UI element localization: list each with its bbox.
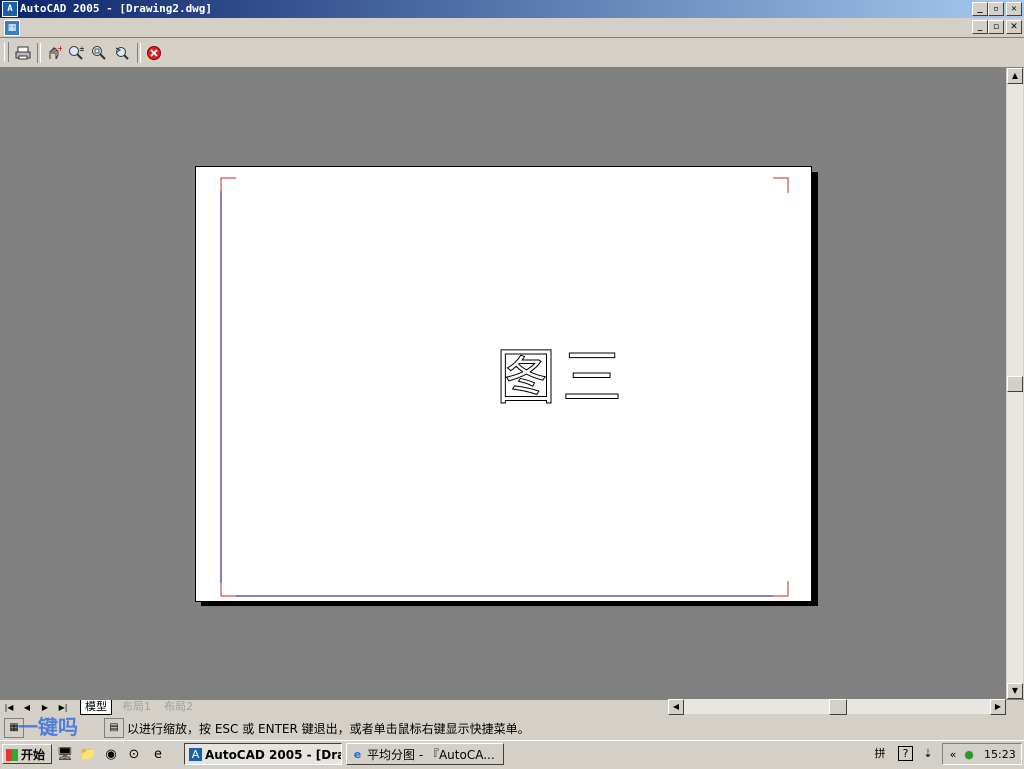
windows-flag-icon <box>6 749 18 761</box>
svg-text:±: ± <box>79 45 84 53</box>
tab-model[interactable]: 模型 <box>80 700 112 715</box>
vertical-scrollbar[interactable]: ▲ ▼ <box>1006 68 1023 699</box>
drawing-text[interactable]: 图三 <box>496 343 628 414</box>
first-tab-icon[interactable]: |◀ <box>2 701 16 714</box>
start-label: 开始 <box>21 748 46 762</box>
preview-toolbar: + ± <box>0 38 1024 68</box>
task-ie-label: 平均分图 - 『AutoCA... <box>367 748 495 762</box>
autocad-app-icon[interactable]: A <box>2 1 18 17</box>
toolbar-separator <box>137 43 141 63</box>
minimize-icon[interactable]: _ <box>972 2 988 16</box>
language-bar-icon[interactable]: ⇣ <box>920 746 936 762</box>
zoom-previous-icon[interactable] <box>112 43 132 63</box>
quicklaunch-ie-icon[interactable]: e <box>149 746 167 764</box>
quicklaunch-explorer-icon[interactable]: 📁 <box>79 746 97 764</box>
doc-minimize-icon[interactable]: _ <box>972 20 988 34</box>
doc-restore-icon[interactable]: ▫ <box>988 20 1004 34</box>
corner-mark-tr <box>773 177 789 193</box>
scroll-thumb[interactable] <box>1007 376 1023 392</box>
scroll-left-icon[interactable]: ◀ <box>668 699 684 715</box>
print-icon[interactable] <box>13 43 33 63</box>
toolbar-grip[interactable] <box>4 42 9 62</box>
scroll-up-icon[interactable]: ▲ <box>1007 68 1023 84</box>
task-autocad-label: AutoCAD 2005 - [Dra... <box>205 748 341 762</box>
next-tab-icon[interactable]: ▶ <box>38 701 52 714</box>
title-bar[interactable]: A AutoCAD 2005 - [Drawing2.dwg] _ ▫ ✕ <box>0 0 1024 18</box>
quicklaunch-app-icon[interactable]: ⊙ <box>125 746 143 764</box>
zoom-realtime-icon[interactable]: ± <box>66 43 86 63</box>
zoom-window-icon[interactable] <box>89 43 109 63</box>
taskbar: 开始 🖥 📁 ◉ ⊙ e A AutoCAD 2005 - [Dra... e … <box>0 740 1024 769</box>
command-line[interactable]: ▦ ▤ 以进行缩放，按 ESC 或 ENTER 键退出，或者单击鼠标右键显示快捷… <box>0 716 1024 740</box>
tray-expand-icon[interactable]: « <box>945 747 961 763</box>
task-autocad[interactable]: A AutoCAD 2005 - [Dra... <box>184 743 342 765</box>
system-tray: « ● 15:23 <box>942 743 1022 765</box>
mdi-menu-row: ▦ _ ▫ ✕ <box>0 18 1024 38</box>
quicklaunch-media-icon[interactable]: ◉ <box>102 746 120 764</box>
autocad-icon: A <box>189 748 202 761</box>
close-preview-icon[interactable] <box>144 43 164 63</box>
prev-tab-icon[interactable]: ◀ <box>20 701 34 714</box>
last-tab-icon[interactable]: ▶| <box>56 701 70 714</box>
start-button[interactable]: 开始 <box>2 744 52 764</box>
quicklaunch-desktop-icon[interactable]: 🖥 <box>56 746 74 764</box>
horizontal-scrollbar[interactable]: ◀ ▶ <box>668 699 1006 715</box>
hscroll-thumb[interactable] <box>829 699 847 715</box>
tab-layout1[interactable]: 布局1 <box>118 700 155 714</box>
pan-icon[interactable]: + <box>44 43 64 63</box>
restore-icon[interactable]: ▫ <box>988 2 1004 16</box>
svg-text:+: + <box>57 45 62 53</box>
doc-close-icon[interactable]: ✕ <box>1006 20 1022 34</box>
scroll-right-icon[interactable]: ▶ <box>990 699 1006 715</box>
corner-mark-br <box>773 581 789 597</box>
ime-icon[interactable]: 拼 <box>872 746 888 762</box>
drawing-svg: 图三 <box>220 177 789 597</box>
tab-layout2[interactable]: 布局2 <box>160 700 197 714</box>
clock[interactable]: 15:23 <box>984 748 1016 761</box>
cmd-grid-icon[interactable]: ▤ <box>104 718 124 738</box>
close-icon[interactable]: ✕ <box>1006 2 1022 16</box>
help-icon[interactable]: ? <box>898 746 913 761</box>
command-prompt: 以进行缩放，按 ESC 或 ENTER 键退出，或者单击鼠标右键显示快捷菜单。 <box>127 722 530 736</box>
window-title: AutoCAD 2005 - [Drawing2.dwg] <box>20 2 213 15</box>
scroll-down-icon[interactable]: ▼ <box>1007 683 1023 699</box>
paper-sheet[interactable]: 图三 <box>195 166 812 602</box>
toolbar-separator <box>37 43 41 63</box>
corner-mark-tl <box>220 177 236 191</box>
corner-mark-bl <box>220 583 236 597</box>
task-ie[interactable]: e 平均分图 - 『AutoCA... <box>346 743 504 765</box>
tray-status-icon[interactable]: ● <box>961 747 977 763</box>
document-icon[interactable]: ▦ <box>4 20 20 36</box>
ie-icon: e <box>353 748 362 761</box>
cmd-snap-icon[interactable]: ▦ <box>4 718 24 738</box>
